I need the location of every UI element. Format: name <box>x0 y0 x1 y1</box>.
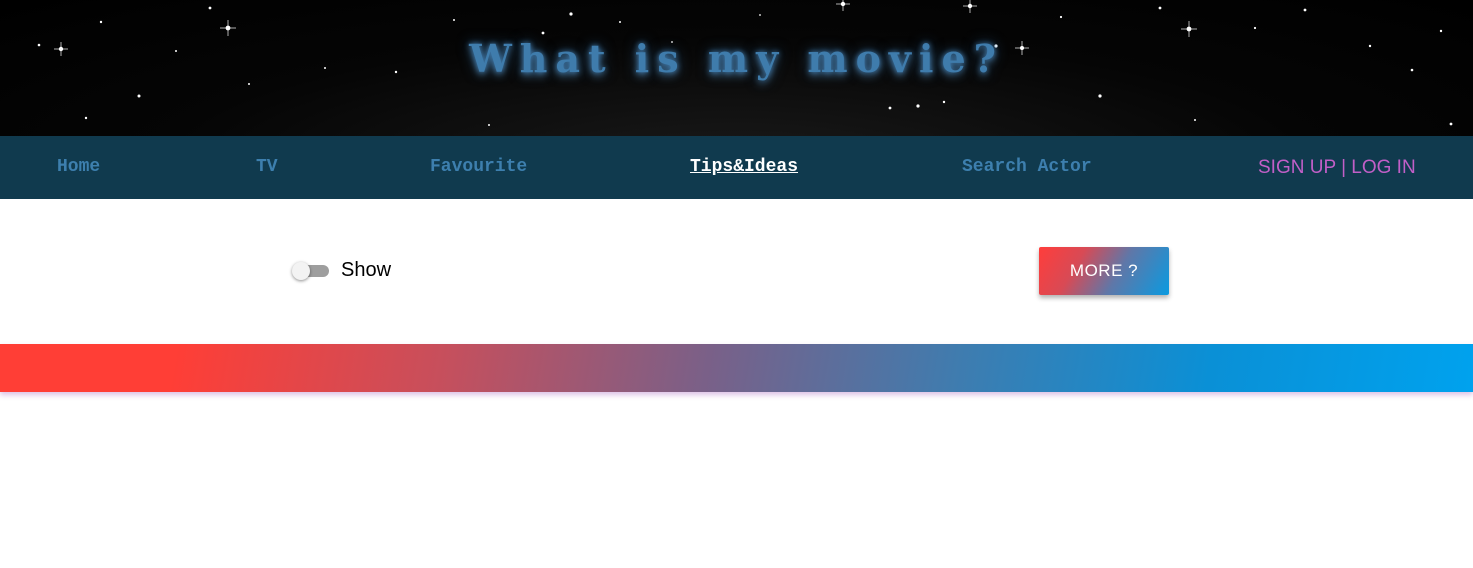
auth-links: SIGN UP | LOG IN <box>1258 136 1416 199</box>
nav-tv-link[interactable]: TV <box>256 136 278 199</box>
gradient-banner-bar <box>0 344 1473 392</box>
main-navbar: Home TV Favourite Tips&Ideas Search Acto… <box>0 136 1473 199</box>
login-link[interactable]: LOG IN <box>1351 157 1415 178</box>
controls-section: Show MORE ? <box>0 199 1473 344</box>
signup-link[interactable]: SIGN UP <box>1258 157 1336 178</box>
nav-favourite-link[interactable]: Favourite <box>430 136 527 199</box>
more-button[interactable]: MORE ? <box>1039 247 1169 295</box>
nav-home-link[interactable]: Home <box>57 136 100 199</box>
show-toggle-label: Show <box>341 259 392 281</box>
auth-separator: | <box>1341 157 1346 178</box>
nav-search-actor-link[interactable]: Search Actor <box>962 136 1092 199</box>
site-title: What is my movie? <box>469 36 1004 81</box>
show-toggle-switch[interactable] <box>292 262 330 280</box>
toggle-knob <box>292 262 310 280</box>
nav-tips-ideas-link[interactable]: Tips&Ideas <box>690 136 798 199</box>
site-header: What is my movie? <box>0 0 1473 136</box>
